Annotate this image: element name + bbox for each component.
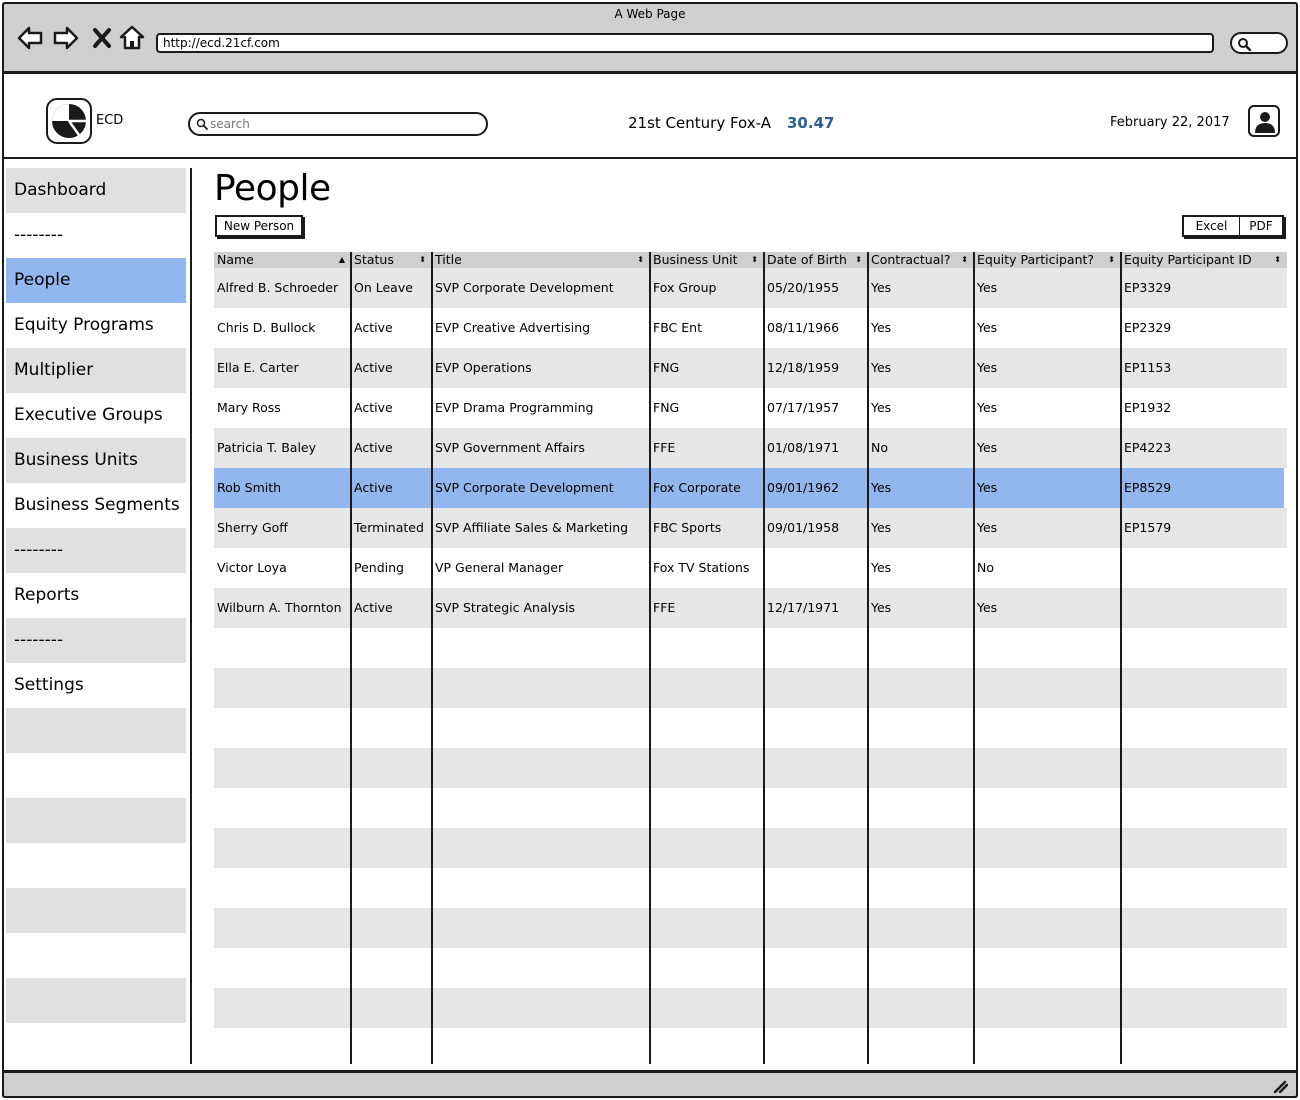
browser-window-frame — [2, 2, 1298, 1098]
